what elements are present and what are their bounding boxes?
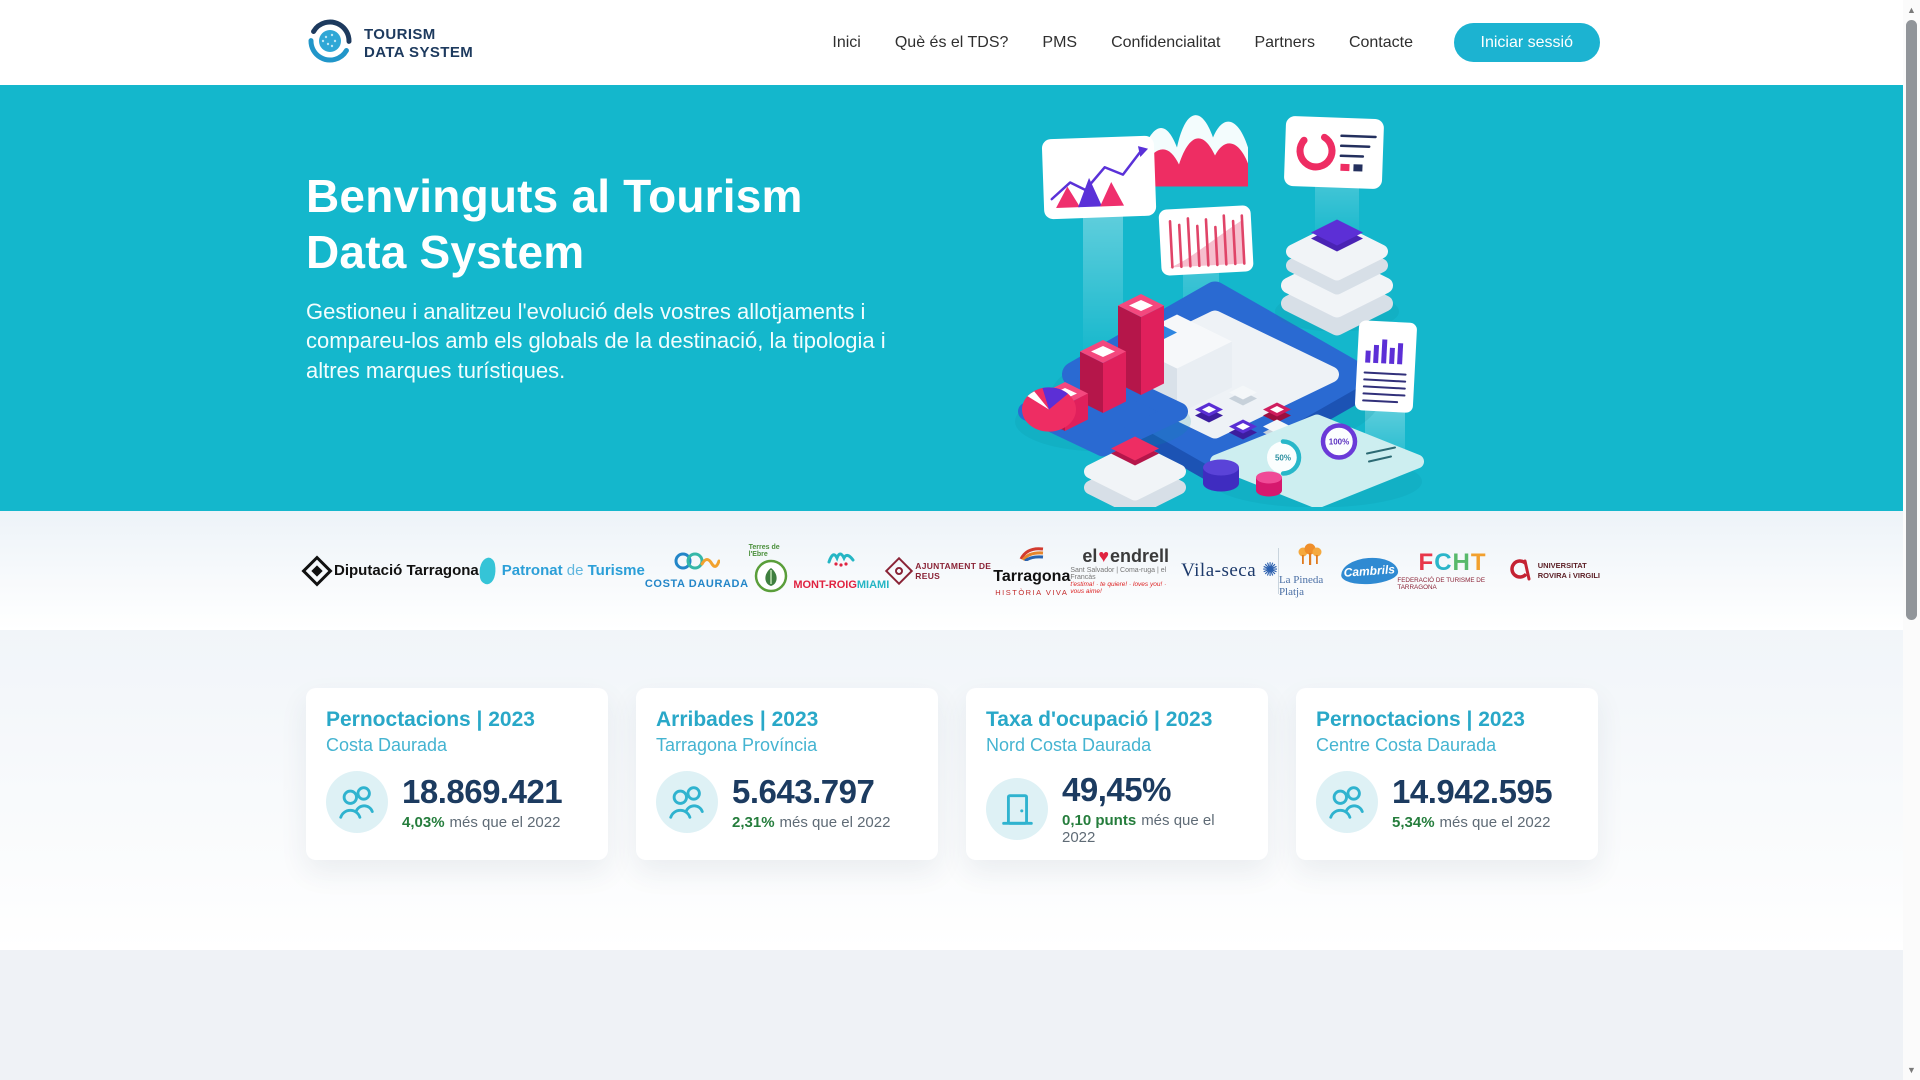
scrollbar-down-arrow[interactable]: ▼ — [1903, 1062, 1920, 1078]
card-title: Taxa d'ocupació | 2023 — [986, 708, 1250, 732]
partner-logo-urv: UNIVERSITATROVIRA i VIRGILI — [1508, 555, 1600, 586]
urv-emblem-icon — [1508, 555, 1532, 586]
card-subtitle: Nord Costa Daurada — [986, 735, 1250, 756]
heart-icon: ♥ — [1097, 546, 1110, 566]
nav-que-es-el-tds[interactable]: Què és el TDS? — [895, 34, 1009, 52]
partner-logo-mont-roig-miami: MONT-ROIGMIAMI — [793, 548, 889, 593]
pineda-trees-icon — [1295, 543, 1325, 572]
card-subtitle: Costa Daurada — [326, 735, 590, 756]
card-title: Arribades | 2023 — [656, 708, 920, 732]
reus-emblem-icon — [885, 556, 913, 584]
scrollbar-thumb[interactable] — [1906, 20, 1917, 620]
svg-text:100%: 100% — [1329, 438, 1349, 447]
scrollbar-up-arrow[interactable]: ▲ — [1903, 2, 1920, 18]
scrollbar: ▲ ▼ — [1903, 0, 1920, 1080]
nav-pms[interactable]: PMS — [1042, 34, 1077, 52]
card-subtitle: Tarragona Província — [656, 735, 920, 756]
hero-title: Benvinguts al TourismData System — [306, 168, 803, 280]
stat-card-arribades-tarragona: Arribades | 2023 Tarragona Província 5.6… — [636, 688, 938, 860]
partner-logo-la-pineda-platja: La Pineda Platja — [1279, 543, 1341, 598]
stat-delta: 5,34% — [1392, 814, 1435, 831]
diputacio-emblem-icon — [301, 555, 332, 586]
hero-illustration: 50% 100% — [985, 87, 1425, 511]
partner-logo-tarragona-historia-viva: Tarragona HISTÒRIA VIVA — [993, 545, 1070, 597]
hero-description: Gestioneu i analitzeu l'evolució dels vo… — [306, 297, 931, 385]
nav-contacte[interactable]: Contacte — [1349, 34, 1413, 52]
stat-value: 5.643.797 — [732, 773, 890, 811]
tarragona-shell-icon — [1019, 545, 1045, 566]
partner-logo-patronat-de-turisme: Patronat de Turisme — [479, 558, 645, 584]
card-title: Pernoctacions | 2023 — [1316, 708, 1580, 732]
card-title: Pernoctacions | 2023 — [326, 708, 590, 732]
patronat-leaf-icon — [477, 556, 498, 585]
page: TOURISMDATA SYSTEM Inici Què és el TDS? … — [0, 0, 1903, 1080]
stat-card-pernoctacions-centre: Pernoctacions | 2023 Centre Costa Daurad… — [1296, 688, 1598, 860]
users-icon — [1316, 771, 1378, 833]
card-subtitle: Centre Costa Daurada — [1316, 735, 1580, 756]
costa-daurada-knot-icon — [674, 551, 720, 576]
nav-partners[interactable]: Partners — [1254, 34, 1314, 52]
nav-confidencialitat[interactable]: Confidencialitat — [1111, 34, 1220, 52]
stat-value: 49,45% — [1062, 771, 1250, 809]
partner-logo-terres-de-lebre: Terres de l'Ebre — [749, 544, 794, 598]
stats-section: Pernoctacions | 2023 Costa Daurada 18.86… — [0, 630, 1903, 950]
users-icon — [326, 771, 388, 833]
header: TOURISMDATA SYSTEM Inici Què és el TDS? … — [0, 0, 1903, 85]
stat-delta: 4,03% — [402, 814, 445, 831]
stat-delta-note: més que el 2022 — [450, 814, 561, 831]
partner-logo-cambrils: Cambrils — [1340, 556, 1398, 586]
partner-logo-diputacio-tarragona: Diputació Tarragona — [306, 560, 479, 582]
vila-seca-sun-icon: ✺ — [1262, 559, 1278, 582]
stat-value: 18.869.421 — [402, 773, 562, 811]
users-icon — [656, 771, 718, 833]
login-button[interactable]: Iniciar sessió — [1454, 23, 1600, 62]
lower-section — [0, 950, 1903, 1080]
partner-logo-vila-seca: Vila-seca ✺ — [1181, 559, 1278, 582]
brand-globe-icon — [306, 17, 354, 70]
partner-logo-ajuntament-de-reus: AJUNTAMENT DE REUS — [889, 561, 993, 581]
hero-section: Benvinguts al TourismData System Gestion… — [0, 85, 1903, 511]
nav-inici[interactable]: Inici — [832, 34, 860, 52]
partner-logo-band: Diputació Tarragona Patronat de Turisme … — [0, 511, 1903, 630]
stat-value: 14.942.595 — [1392, 773, 1552, 811]
terres-ebre-badge-icon — [754, 559, 788, 598]
stat-delta: 0,10 punts — [1062, 812, 1136, 829]
brand-logo[interactable]: TOURISMDATA SYSTEM — [306, 17, 473, 70]
mont-roig-bird-icon — [826, 548, 856, 573]
stat-delta-note: més que el 2022 — [780, 814, 891, 831]
svg-text:50%: 50% — [1275, 454, 1291, 463]
stat-delta-note: més que el 2022 — [1440, 814, 1551, 831]
stat-card-pernoctacions-costa-daurada: Pernoctacions | 2023 Costa Daurada 18.86… — [306, 688, 608, 860]
door-icon — [986, 778, 1048, 840]
partner-logo-fcht: FCHT FEDERACIÓ DE TURISME DE TARRAGONA — [1397, 551, 1507, 591]
stat-delta: 2,31% — [732, 814, 775, 831]
stat-card-taxa-ocupacio-nord: Taxa d'ocupació | 2023 Nord Costa Daurad… — [966, 688, 1268, 860]
partner-logo-el-vendrell: el♥endrell Sant Salvador | Coma-ruga | e… — [1070, 546, 1181, 595]
main-nav: Inici Què és el TDS? PMS Confidencialita… — [832, 0, 1413, 85]
brand-name: TOURISMDATA SYSTEM — [364, 26, 473, 61]
partner-logo-costa-daurada: COSTA DAURADA — [645, 551, 749, 590]
